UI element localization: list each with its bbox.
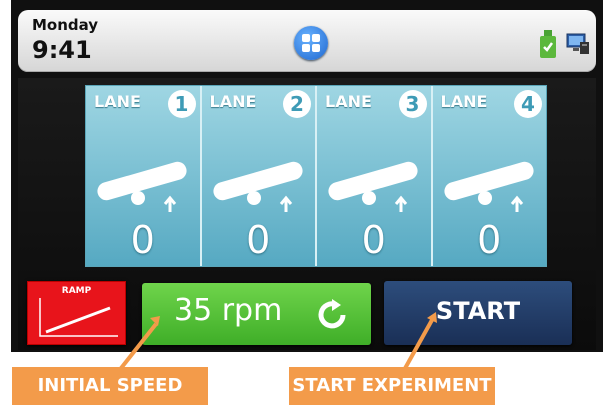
lane-number-badge: 4 [514, 90, 542, 118]
lane-number-badge: 1 [167, 90, 196, 118]
speed-value: 35 rpm [174, 293, 283, 328]
start-button[interactable]: START [384, 281, 572, 345]
grid-icon[interactable] [294, 26, 328, 60]
ramp-button[interactable]: RAMP [27, 281, 126, 345]
computer-network-icon [566, 33, 589, 54]
initial-speed-callout: INITIAL SPEED [12, 367, 208, 405]
lane-number-badge: 2 [283, 90, 311, 118]
rotarod-icon [328, 161, 418, 212]
lane-panel: LANE 1 0 LANE 2 0 LANE 3 0 LANE 4 0 [85, 85, 547, 267]
lane-label: LANE [325, 92, 372, 111]
ramp-graph-icon [39, 298, 118, 337]
rotarod-icon [97, 161, 187, 212]
lane-number-badge: 3 [398, 90, 427, 118]
lane-count: 0 [246, 218, 271, 262]
lane-count: 0 [477, 218, 502, 262]
grid-icon-cell [312, 44, 320, 52]
rotarod-icon [443, 161, 534, 212]
initial-speed-button[interactable]: 35 rpm [142, 283, 371, 345]
lane-4[interactable]: LANE 4 0 [430, 86, 546, 266]
lane-1[interactable]: LANE 1 0 [86, 86, 200, 266]
grid-icon-cell [302, 44, 310, 52]
lane-2[interactable]: LANE 2 0 [199, 86, 315, 266]
grid-icon-cell [312, 34, 320, 42]
start-label: START [435, 297, 521, 325]
day-label: Monday [32, 16, 99, 34]
rotarod-icon [212, 161, 303, 212]
lane-label: LANE [94, 92, 141, 111]
refresh-icon[interactable] [314, 297, 350, 333]
lane-label: LANE [440, 92, 488, 111]
lane-count: 0 [361, 218, 386, 262]
usb-check-icon [540, 30, 556, 58]
status-bar: Monday 9:41 [18, 10, 596, 72]
ramp-label: RAMP [61, 286, 92, 296]
time-label: 9:41 [32, 36, 92, 64]
lane-label: LANE [209, 92, 257, 111]
grid-icon-cell [302, 34, 310, 42]
lane-3[interactable]: LANE 3 0 [315, 86, 431, 266]
lane-count: 0 [130, 218, 155, 262]
start-experiment-callout: START EXPERIMENT [289, 367, 495, 405]
